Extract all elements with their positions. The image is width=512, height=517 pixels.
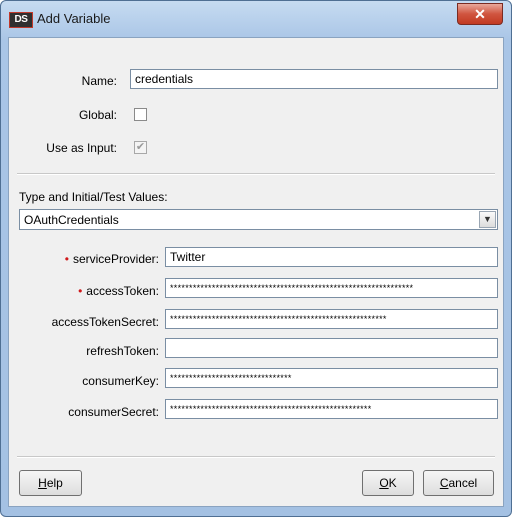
chevron-down-icon[interactable]: ▼: [479, 211, 496, 228]
access-token-label: • accessToken:: [78, 284, 159, 298]
consumer-key-field[interactable]: ********************************: [165, 368, 498, 388]
help-button[interactable]: Help: [19, 470, 82, 496]
required-marker: •: [64, 252, 69, 266]
ds-logo-icon: DS: [9, 12, 33, 28]
type-select[interactable]: OAuthCredentials ▼: [19, 209, 498, 230]
refresh-token-field[interactable]: [165, 338, 498, 358]
title-bar[interactable]: DS Add Variable ✕: [1, 1, 511, 35]
service-provider-label: • serviceProvider:: [64, 252, 159, 266]
refresh-token-label: refreshToken:: [86, 344, 159, 358]
consumer-secret-label: consumerSecret:: [68, 405, 159, 419]
use-as-input-label: Use as Input:: [46, 141, 117, 155]
consumer-key-label: consumerKey:: [82, 374, 159, 388]
close-button[interactable]: ✕: [457, 3, 503, 25]
use-as-input-checkbox[interactable]: ✔: [134, 141, 147, 154]
cancel-button[interactable]: Cancel: [423, 470, 494, 496]
type-select-value: OAuthCredentials: [24, 213, 119, 227]
service-provider-field[interactable]: Twitter: [165, 247, 498, 267]
global-checkbox[interactable]: [134, 108, 147, 121]
consumer-secret-field[interactable]: ****************************************…: [165, 399, 498, 419]
required-marker: •: [78, 284, 83, 298]
section-divider: [17, 173, 495, 175]
checkmark-icon: ✔: [135, 141, 146, 153]
dialog-body: Name: credentials Global: Use as Input: …: [8, 37, 504, 507]
access-token-field[interactable]: ****************************************…: [165, 278, 498, 298]
name-label: Name:: [81, 74, 117, 88]
ok-button[interactable]: OK: [362, 470, 414, 496]
access-token-secret-label: accessTokenSecret:: [51, 315, 159, 329]
type-section-label: Type and Initial/Test Values:: [19, 190, 168, 204]
global-label: Global:: [78, 108, 117, 122]
dialog-title: Add Variable: [37, 11, 111, 26]
close-icon: ✕: [474, 6, 486, 22]
add-variable-dialog: DS Add Variable ✕ Name: credentials Glob…: [0, 0, 512, 517]
name-field[interactable]: credentials: [130, 69, 498, 89]
access-token-secret-field[interactable]: ****************************************…: [165, 309, 498, 329]
footer-divider: [17, 456, 495, 458]
